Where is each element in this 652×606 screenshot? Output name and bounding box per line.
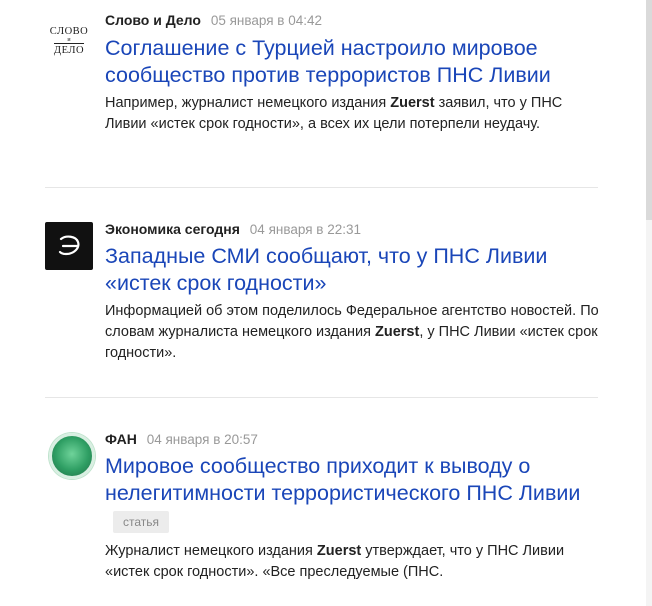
news-title-link[interactable]: Мировое сообщество приходит к выводу о н… [105, 453, 605, 507]
snippet-text: Журналист немецкого издания [105, 543, 317, 559]
news-feed: СЛОВО и ДЕЛО Слово и Дело 05 января в 04… [0, 0, 652, 606]
article-type-badge: статья [113, 511, 170, 533]
econ-logo-glyph-icon [58, 235, 80, 256]
publish-time: 04 января в 22:31 [249, 222, 361, 237]
globe-icon [49, 433, 95, 479]
source-name[interactable]: ФАН [105, 431, 137, 447]
news-snippet: Информацией об этом поделилось Федеральн… [105, 301, 605, 364]
news-title-link[interactable]: Соглашение с Турцией настроило мировое с… [105, 35, 605, 89]
source-name[interactable]: Экономика сегодня [105, 221, 240, 237]
source-line: Слово и Дело 05 января в 04:42 [105, 12, 322, 28]
news-title-link[interactable]: Западные СМИ сообщают, что у ПНС Ливии «… [105, 243, 605, 297]
source-line: Экономика сегодня 04 января в 22:31 [105, 221, 361, 237]
snippet-highlight: Zuerst [316, 543, 362, 559]
source-line: ФАН 04 января в 20:57 [105, 431, 258, 447]
snippet-highlight: Zuerst [390, 95, 435, 111]
divider [45, 187, 598, 188]
publish-time: 05 января в 04:42 [210, 13, 322, 28]
logo-text-top: СЛОВО [49, 26, 89, 37]
logo-text-bottom: ДЕЛО [53, 43, 85, 56]
snippet-text: Например, журналист немецкого издания [105, 95, 391, 111]
source-logo-slovo-i-delo[interactable]: СЛОВО и ДЕЛО [45, 17, 93, 65]
divider [45, 397, 598, 398]
news-snippet: Например, журналист немецкого издания Zu… [105, 93, 605, 135]
publish-time: 04 января в 20:57 [146, 432, 258, 447]
scrollbar-thumb[interactable] [646, 0, 652, 220]
econ-logo-icon[interactable] [45, 222, 93, 270]
source-name[interactable]: Слово и Дело [105, 12, 201, 28]
fan-globe-icon[interactable] [48, 432, 96, 480]
news-snippet: Журналист немецкого издания Zuerst утвер… [105, 541, 605, 583]
snippet-highlight: Zuerst [375, 324, 420, 340]
